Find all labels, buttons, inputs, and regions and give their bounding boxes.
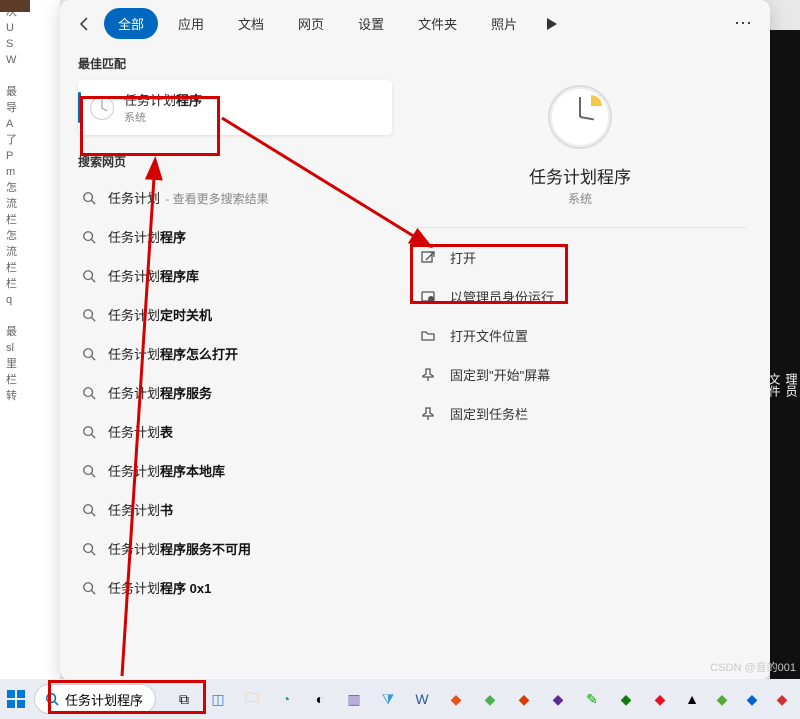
back-button[interactable] [72,11,98,37]
results-column: 最佳匹配 任务计划程序 系统 搜索网页 任务计划 - 查看更多搜索结果 任务计划… [60,47,398,680]
tab-settings[interactable]: 设置 [344,8,398,39]
action-open[interactable]: 打开 [414,238,746,277]
watermark: CSDN @音的001 [710,659,796,675]
start-search-panel: 全部 应用 文档 网页 设置 文件夹 照片 ⋯ 最佳匹配 任务计划程序 系统 搜… [60,0,770,680]
tab-photos[interactable]: 照片 [477,8,531,39]
web-result[interactable]: 任务计划程序服务 [78,373,398,412]
chrome-icon[interactable]: ◐ [308,687,332,711]
web-result[interactable]: 任务计划 - 查看更多搜索结果 [78,178,398,217]
action-open-location[interactable]: 打开文件位置 [414,316,746,355]
task-view-icon[interactable]: ⧉ [172,687,196,711]
task-scheduler-large-icon [548,85,612,149]
web-result[interactable]: 任务计划程序本地库 [78,451,398,490]
background-page-right: 理员文件打开除任 [770,30,800,680]
tray-icon[interactable]: ◆ [770,687,794,711]
taskbar-search[interactable]: 任务计划程序 [34,684,156,714]
preview-column: 任务计划程序 系统 打开 以管理员身份运行 打开文件位置 [398,47,770,680]
tray-icon[interactable]: ◆ [710,687,734,711]
web-result[interactable]: 任务计划书 [78,490,398,529]
web-result[interactable]: 任务计划程序库 [78,256,398,295]
more-button[interactable]: ⋯ [728,9,758,39]
app-icon[interactable]: ✎ [580,687,604,711]
taskbar-pinned: ⧉ ◫ 🗀 ◔ ◐ ▥ ⧩ W ◆ ◆ ◆ ◆ ✎ ◆ ◆ [172,687,672,711]
best-match-title: 任务计划程序 [124,90,202,109]
app-icon[interactable]: ◆ [614,687,638,711]
taskbar: 任务计划程序 ⧉ ◫ 🗀 ◔ ◐ ▥ ⧩ W ◆ ◆ ◆ ◆ ✎ ◆ ◆ ▲ ◆… [0,679,800,719]
best-match-heading: 最佳匹配 [78,55,398,72]
web-heading: 搜索网页 [78,153,398,170]
app-icon[interactable]: ◆ [512,687,536,711]
web-result[interactable]: 任务计划程序 0x1 [78,568,398,607]
play-button[interactable] [537,9,567,39]
preview-actions: 打开 以管理员身份运行 打开文件位置 固定到"开始"屏幕 固定到任务栏 [414,238,746,433]
admin-icon [420,289,436,305]
divider [414,227,746,228]
action-run-as-admin[interactable]: 以管理员身份运行 [414,277,746,316]
action-label: 打开文件位置 [450,326,528,345]
widgets-icon[interactable]: ◫ [206,687,230,711]
tab-folders[interactable]: 文件夹 [404,8,471,39]
start-button[interactable] [6,685,26,713]
action-label: 以管理员身份运行 [450,287,554,306]
app-icon[interactable]: ◆ [478,687,502,711]
system-tray[interactable]: ▲ ◆ ◆ ◆ [680,687,794,711]
pin-start-icon [420,367,436,383]
app-icon[interactable]: ◆ [648,687,672,711]
notepad-icon[interactable]: ▥ [342,687,366,711]
best-match-item[interactable]: 任务计划程序 系统 [78,80,392,135]
preview-title: 任务计划程序 [529,163,631,188]
tray-icon[interactable]: ▲ [680,687,704,711]
background-page-left: 决USW 最导A了 Pm怎流 栏怎流栏 栏q 最sl里栏转 [0,0,60,680]
action-label: 打开 [450,248,476,267]
tray-icon[interactable]: ◆ [740,687,764,711]
pin-taskbar-icon [420,406,436,422]
action-label: 固定到任务栏 [450,404,528,423]
preview-subtitle: 系统 [568,190,592,207]
explorer-icon[interactable]: 🗀 [240,687,264,711]
web-result[interactable]: 任务计划程序 [78,217,398,256]
folder-icon [420,328,436,344]
search-header: 全部 应用 文档 网页 设置 文件夹 照片 ⋯ [60,0,770,47]
action-pin-start[interactable]: 固定到"开始"屏幕 [414,355,746,394]
tab-apps[interactable]: 应用 [164,8,218,39]
tab-docs[interactable]: 文档 [224,8,278,39]
search-icon [45,692,59,706]
web-results-list: 任务计划 - 查看更多搜索结果 任务计划程序 任务计划程序库 任务计划定时关机 … [78,178,398,607]
search-value: 任务计划程序 [65,690,143,709]
word-icon[interactable]: W [410,687,434,711]
task-scheduler-icon [90,96,114,120]
web-result[interactable]: 任务计划程序怎么打开 [78,334,398,373]
app-icon[interactable]: ◆ [546,687,570,711]
open-icon [420,250,436,266]
web-result[interactable]: 任务计划程序服务不可用 [78,529,398,568]
edge-icon[interactable]: ◔ [274,687,298,711]
tab-web[interactable]: 网页 [284,8,338,39]
action-pin-taskbar[interactable]: 固定到任务栏 [414,394,746,433]
action-label: 固定到"开始"屏幕 [450,365,550,384]
best-match-subtitle: 系统 [124,109,202,125]
tab-all[interactable]: 全部 [104,8,158,39]
web-result[interactable]: 任务计划定时关机 [78,295,398,334]
app-icon[interactable]: ◆ [444,687,468,711]
web-result[interactable]: 任务计划表 [78,412,398,451]
vscode-icon[interactable]: ⧩ [376,687,400,711]
